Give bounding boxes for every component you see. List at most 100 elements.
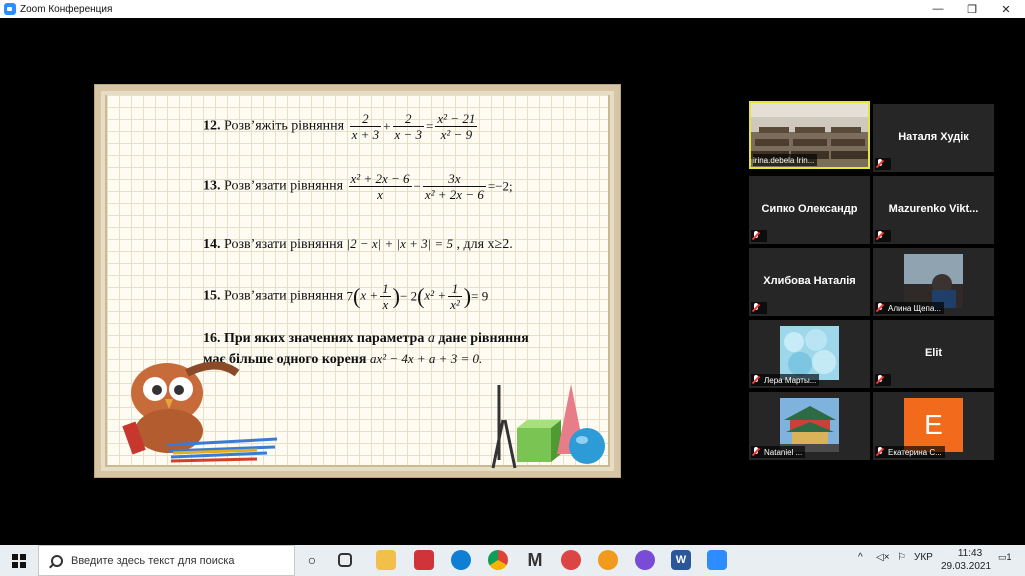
app-icon[interactable]	[598, 550, 618, 570]
shared-slide: 12. Розв’яжіть рівняння 2x + 3 +2 x − 3 = x²…	[94, 84, 621, 478]
problem-text: Розв’язати рівняння	[224, 288, 344, 304]
participant-tile[interactable]: Алина Щепа...	[873, 248, 994, 316]
word-icon[interactable]: W	[671, 550, 691, 570]
participant-tile[interactable]: Хлибова Наталія	[749, 248, 870, 316]
participant-label	[875, 158, 891, 170]
participant-tile[interactable]: E Екатерина С...	[873, 392, 994, 460]
participant-label: Лера Марты...	[751, 374, 820, 386]
windows-logo-icon	[12, 553, 26, 568]
maximize-button[interactable]: ❐	[955, 0, 989, 18]
tray-chevron-icon[interactable]: ^	[858, 552, 863, 563]
participant-name: Хлибова Наталія	[763, 275, 856, 287]
participant-label: Nataniel ...	[751, 446, 806, 458]
participant-tile[interactable]: Лера Марты...	[749, 320, 870, 388]
language-indicator[interactable]: УКР	[914, 552, 933, 563]
problem-13: 13. Розв’язати рівняння x² + 2x − 6 x −3x x…	[203, 171, 513, 202]
app-icon[interactable]	[414, 550, 434, 570]
problem-text: Розв’язати рівняння	[224, 178, 344, 194]
participant-tile[interactable]: Сипко Олександр	[749, 176, 870, 244]
condition: , для x≥2.	[456, 237, 513, 252]
cortana-icon[interactable]: ○	[302, 550, 322, 570]
fraction: x² − 21 x² − 9	[435, 111, 478, 142]
search-icon	[51, 554, 63, 567]
participant-avatar: E	[904, 398, 963, 452]
zoom-taskbar-icon[interactable]	[707, 550, 727, 570]
participant-tile[interactable]: Mazurenko Vikt...	[873, 176, 994, 244]
speaker-icon[interactable]: ◁×	[876, 552, 890, 563]
problem-16: 16. При яких значеннях параметра a дане …	[203, 331, 529, 347]
clock-date[interactable]: 29.03.2021	[938, 561, 994, 572]
taskbar-search-box[interactable]: Введите здесь текст для поиска	[38, 545, 295, 576]
problem-number: 15.	[203, 288, 221, 304]
equation: |2 − x| + |x + 3| = 5	[346, 236, 453, 251]
participant-label	[875, 374, 891, 386]
mic-muted-icon	[875, 447, 885, 457]
clock-time[interactable]: 11:43	[950, 548, 990, 559]
mic-muted-icon	[875, 231, 885, 241]
app-m-icon[interactable]: M	[525, 550, 545, 570]
participant-name: irina.debela Irin...	[753, 155, 815, 165]
edge-icon[interactable]	[451, 550, 471, 570]
participant-label: irina.debela Irin...	[753, 154, 818, 166]
mic-muted-icon	[751, 303, 761, 313]
participant-label	[875, 230, 891, 242]
zoom-logo-icon	[4, 3, 16, 15]
fraction: 3x x² + 2x − 6	[422, 171, 486, 202]
problem-14: 14. Розв’язати рівняння |2 − x| + |x + 3…	[203, 236, 513, 253]
problem-12: 12. Розв’яжіть рівняння 2x + 3 +2 x − 3 = x²…	[203, 111, 478, 142]
problem-15: 15. Розв’язати рівняння 7(x +1 x)− 2(x² +…	[203, 281, 489, 312]
notification-count: 1	[1006, 552, 1012, 562]
problem-number: 16.	[203, 331, 221, 346]
participant-name: Mazurenko Vikt...	[888, 203, 979, 215]
file-explorer-icon[interactable]	[376, 550, 396, 570]
equation: ax² − 4x + a + 3 = 0.	[369, 351, 483, 366]
participant-label	[751, 230, 767, 242]
mic-muted-icon	[751, 447, 761, 457]
mic-muted-icon	[751, 375, 761, 385]
close-button[interactable]: ✕	[989, 0, 1023, 18]
fraction: 2x + 3	[349, 111, 382, 142]
chrome-icon[interactable]	[488, 550, 508, 570]
participant-label: Екатерина С...	[875, 446, 945, 458]
start-button[interactable]	[0, 545, 38, 576]
participant-name: Elit	[924, 347, 943, 359]
mic-muted-icon	[875, 159, 885, 169]
title-bar: Zoom Конференция — ❐ ✕	[0, 0, 1025, 18]
participant-tile[interactable]: Наталя Худік	[873, 104, 994, 172]
owl-illustration	[122, 361, 278, 463]
problem-text: Розв’яжіть рівняння	[224, 118, 345, 134]
network-icon[interactable]: ⚐	[897, 552, 906, 563]
problem-text: Розв’язати рівняння	[224, 237, 344, 252]
participant-photo	[780, 398, 839, 452]
windows-taskbar: Введите здесь текст для поиска	[0, 545, 1025, 576]
app-icon[interactable]	[561, 550, 581, 570]
participant-photo	[904, 254, 963, 308]
task-view-icon[interactable]	[338, 553, 352, 567]
participant-name: Лера Марты...	[764, 375, 817, 385]
problem-text: При яких значеннях параметра	[224, 331, 425, 346]
mic-muted-icon	[875, 303, 885, 313]
mic-muted-icon	[875, 375, 885, 385]
problem-number: 13.	[203, 178, 221, 194]
window-title: Zoom Конференция	[20, 3, 113, 15]
minimize-button[interactable]: —	[921, 0, 955, 18]
participant-photo	[780, 326, 839, 380]
participant-tile[interactable]: Nataniel ...	[749, 392, 870, 460]
problem-number: 14.	[203, 237, 221, 252]
search-placeholder: Введите здесь текст для поиска	[71, 554, 235, 567]
geometric-shapes-illustration	[491, 384, 605, 469]
participant-name: Алина Щепа...	[888, 303, 941, 313]
mic-muted-icon	[751, 231, 761, 241]
parameter: a	[427, 331, 435, 346]
participant-name: Наталя Худік	[898, 131, 969, 143]
participant-label: Алина Щепа...	[875, 302, 944, 314]
participant-tile[interactable]: Elit	[873, 320, 994, 388]
viber-icon[interactable]	[635, 550, 655, 570]
participant-name: Сипко Олександр	[761, 203, 858, 215]
problem-text-cont: дане рівняння	[438, 331, 529, 346]
participant-name: Nataniel ...	[764, 447, 803, 457]
participant-name: Екатерина С...	[888, 447, 942, 457]
participant-tile[interactable]: irina.debela Irin...	[749, 101, 870, 169]
notification-center-icon[interactable]: ▭1	[998, 552, 1012, 563]
participant-label	[751, 302, 767, 314]
